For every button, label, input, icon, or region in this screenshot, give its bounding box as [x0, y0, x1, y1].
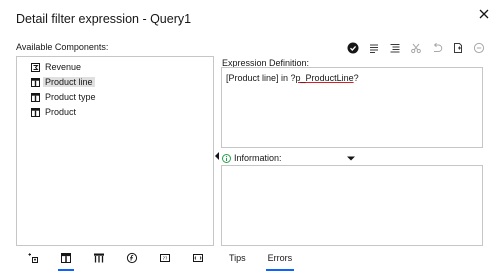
info-tabs: Tips Errors — [221, 246, 306, 271]
filter-expression-dialog: Detail filter expression - Query1 Availa… — [0, 0, 497, 278]
available-components-label: Available Components: — [16, 42, 109, 52]
query-item-icon — [31, 77, 40, 87]
expression-parameter: p_ProductLine — [295, 73, 354, 83]
expression-definition-editor[interactable]: [Product line] in ?p_ProductLine? — [221, 67, 483, 148]
source-tabs: ?? — [16, 246, 214, 271]
tree-item-label: Product type — [45, 92, 96, 102]
remove-icon[interactable] — [470, 39, 488, 57]
svg-text:??: ?? — [162, 256, 167, 262]
splitter-handle-icon[interactable] — [346, 148, 356, 161]
information-label: Information: — [222, 153, 282, 163]
collapse-panel-icon[interactable] — [214, 148, 220, 160]
parameters-icon[interactable]: ?? — [154, 247, 176, 269]
tree-item-label: Product line — [43, 77, 95, 87]
tree-item-label: Product — [45, 107, 77, 117]
info-icon — [222, 153, 231, 163]
macros-icon[interactable] — [187, 247, 209, 269]
measure-icon — [31, 62, 40, 72]
validate-icon[interactable] — [344, 39, 362, 57]
information-label-text: Information: — [234, 153, 282, 163]
query-items-icon[interactable] — [88, 247, 110, 269]
data-items-icon[interactable] — [55, 247, 77, 271]
dialog-title: Detail filter expression - Query1 — [16, 12, 192, 26]
query-item-icon — [31, 92, 40, 102]
undo-icon[interactable] — [428, 39, 446, 57]
available-components-tree: Revenue Product line Product type Produc… — [16, 56, 214, 246]
tree-item-label: Revenue — [45, 62, 82, 72]
tree-item-product[interactable]: Product — [31, 105, 76, 119]
tree-item-product-line[interactable]: Product line — [31, 75, 95, 89]
format-icon[interactable] — [386, 39, 404, 57]
tree-item-revenue[interactable]: Revenue — [31, 60, 81, 74]
cut-icon[interactable] — [407, 39, 425, 57]
functions-icon[interactable] — [121, 247, 143, 269]
expression-toolbar — [344, 39, 491, 57]
tree-item-product-type[interactable]: Product type — [31, 90, 96, 104]
source-icon[interactable] — [22, 247, 44, 269]
information-panel — [221, 165, 483, 246]
tab-errors[interactable]: Errors — [260, 247, 301, 271]
expression-text-end: ? — [353, 73, 359, 83]
query-item-icon — [31, 107, 40, 117]
tab-tips[interactable]: Tips — [221, 247, 254, 269]
copy-icon[interactable] — [449, 39, 467, 57]
expression-text: [Product line] in ? — [226, 73, 296, 83]
insert-icon[interactable] — [365, 39, 383, 57]
close-icon[interactable] — [477, 7, 491, 21]
